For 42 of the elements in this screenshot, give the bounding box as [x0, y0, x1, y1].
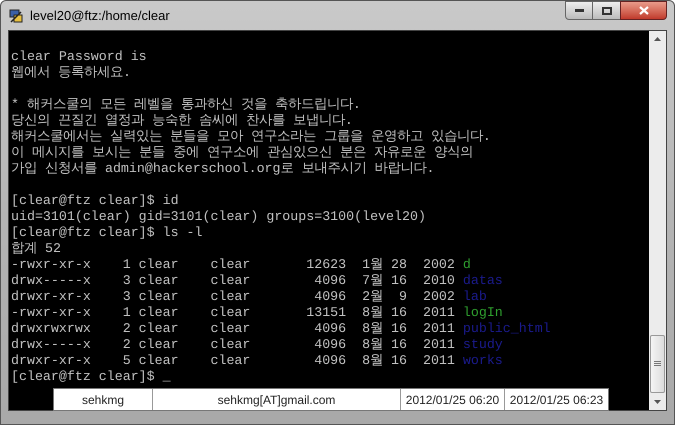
listing-line: drwx-----x 3 clear clear 4096 7월 16 2010 [11, 273, 456, 289]
maximize-button[interactable] [593, 1, 620, 20]
listing-line: drwxr-xr-x 3 clear clear 4096 2월 9 2002 [11, 289, 456, 305]
file-name: datas [462, 273, 503, 289]
file-name: logIn [462, 305, 503, 321]
listing-line: drwx-----x 2 clear clear 4096 8월 16 2011 [11, 337, 456, 353]
terminal-line: 이 메시지를 보시는 분들 중에 연구소에 관심있으신 분은 자유로운 양식의 [11, 145, 473, 161]
listing-line: -rwxr-xr-x 1 clear clear 12623 1월 28 2002 [11, 257, 456, 273]
scrollbar[interactable] [649, 31, 666, 410]
listing-line: drwxrwxrwx 2 clear clear 4096 8월 16 2011 [11, 321, 456, 337]
terminal-line: 웹에서 등록하세요. [11, 65, 131, 81]
close-button[interactable] [620, 1, 667, 20]
minimize-icon [574, 9, 584, 12]
terminal-line: [clear@ftz clear]$ ls -l [11, 225, 203, 241]
shell-prompt: [clear@ftz clear]$ [11, 369, 156, 385]
terminal-line: clear Password is [11, 49, 147, 65]
terminal-line: [clear@ftz clear]$ id [11, 193, 179, 209]
minimize-button[interactable] [565, 1, 593, 20]
terminal-line: 가입 신청서를 admin@hackerschool.org로 보내주시기 바랍니다. [11, 161, 434, 177]
terminal-line: 해커스쿨에서는 실력있는 분들을 모아 연구소라는 그룹을 운영하고 있습니다. [11, 129, 491, 145]
file-name: d [462, 257, 471, 273]
file-name: study [462, 337, 503, 353]
info-cell: 2012/01/25 06:20 [400, 389, 504, 410]
window-title: level20@ftz:/home/clear [30, 6, 170, 25]
terminal-app-icon [8, 8, 24, 24]
scrollbar-thumb[interactable] [650, 335, 665, 393]
terminal-line: 합계 52 [11, 241, 61, 257]
terminal-line: 당신의 끈질긴 열정과 능숙한 솜씨에 찬사를 보냅니다. [11, 113, 353, 129]
file-name: works [462, 353, 503, 369]
text-cursor: _ [162, 369, 171, 385]
info-cell: 2012/01/25 06:23 [504, 389, 608, 410]
grip-icon [654, 361, 661, 367]
listing-line: -rwxr-xr-x 1 clear clear 13151 8월 16 2011 [11, 305, 456, 321]
maximize-icon [602, 6, 612, 14]
terminal-line: uid=3101(clear) gid=3101(clear) groups=3100(level20) [11, 209, 426, 225]
info-cell-text: sehkmg [80, 392, 126, 408]
info-cell: sehkmg[AT]gmail.com [152, 389, 400, 410]
terminal-line: * 해커스쿨의 모든 레벨을 통과하신 것을 축하드립니다. [11, 97, 361, 113]
file-name: public_html [462, 321, 551, 337]
listing-line: drwxr-xr-x 5 clear clear 4096 8월 16 2011 [11, 353, 456, 369]
close-icon [638, 6, 648, 15]
file-name: lab [462, 289, 487, 305]
